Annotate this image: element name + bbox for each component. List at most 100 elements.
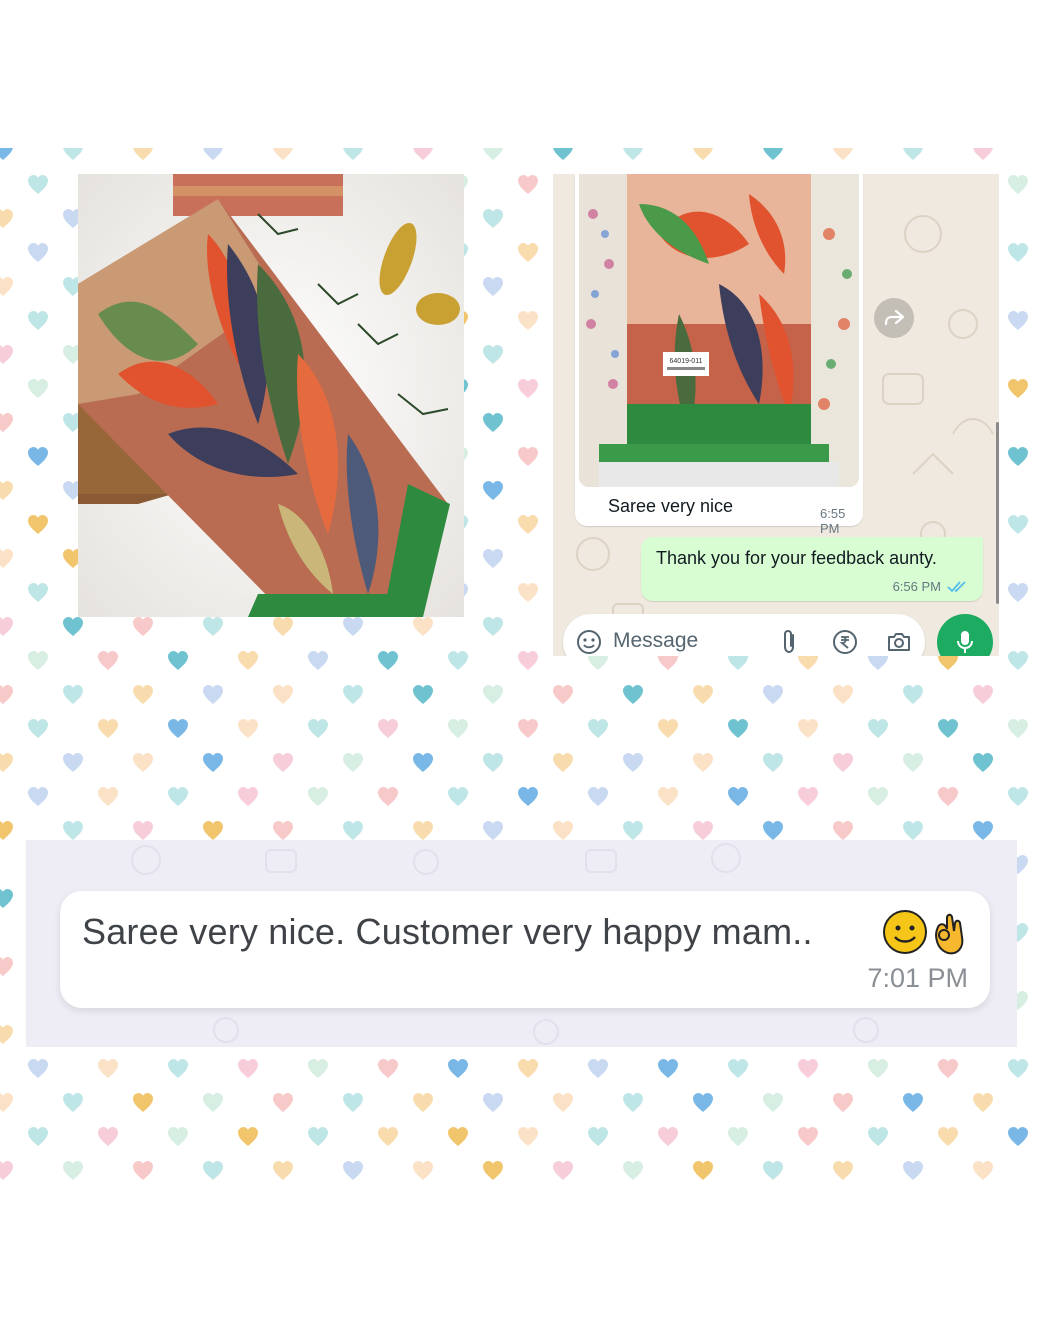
heart-decoration [413,617,433,636]
heart-decoration [588,1127,608,1146]
heart-decoration [378,719,398,738]
heart-decoration [28,1059,48,1078]
heart-decoration [133,1161,153,1180]
heart-decoration [1008,515,1028,534]
heart-decoration [763,1093,783,1112]
heart-decoration [518,243,538,262]
heart-decoration [133,753,153,772]
heart-decoration [868,787,888,806]
heart-decoration [1008,583,1028,602]
heart-decoration [238,787,258,806]
heart-decoration [833,1093,853,1112]
heart-decoration [343,821,363,840]
heart-decoration [973,148,993,160]
heart-decoration [448,719,468,738]
heart-decoration [273,685,293,704]
heart-decoration [343,685,363,704]
heart-decoration [693,148,713,160]
heart-decoration [308,719,328,738]
saree-photo-thumbnail[interactable]: 64019-011 [579,174,859,487]
heart-decoration [1008,379,1028,398]
heart-decoration [413,148,433,160]
heart-decoration [1008,175,1028,194]
heart-decoration [553,1161,573,1180]
heart-decoration [378,1059,398,1078]
attach-icon[interactable] [775,628,803,656]
heart-decoration [588,787,608,806]
heart-decoration [308,1059,328,1078]
heart-decoration [448,1127,468,1146]
heart-decoration [343,1161,363,1180]
heart-decoration [658,787,678,806]
heart-decoration [833,148,853,160]
chat-scrollbar[interactable] [996,422,999,604]
heart-decoration [728,1059,748,1078]
heart-decoration [28,311,48,330]
heart-decoration [28,719,48,738]
heart-decoration [483,549,503,568]
heart-decoration [28,175,48,194]
rupee-icon[interactable] [831,628,859,656]
heart-decoration [203,821,223,840]
heart-decoration [203,685,223,704]
heart-decoration [273,617,293,636]
heart-decoration [63,1161,83,1180]
heart-decoration [518,651,538,670]
heart-decoration [763,821,783,840]
heart-decoration [98,787,118,806]
incoming-timestamp: 6:55 PM [820,506,846,536]
heart-decoration [133,685,153,704]
heart-decoration [868,1127,888,1146]
heart-decoration [413,1161,433,1180]
heart-decoration [63,685,83,704]
message-input[interactable]: Message [613,629,698,653]
heart-decoration [658,1059,678,1078]
message-composer[interactable]: Message [563,614,925,656]
incoming-image-message[interactable]: 64019-011 Saree very nice 6:55 PM [575,174,863,536]
heart-decoration [28,515,48,534]
heart-decoration [238,651,258,670]
heart-decoration [343,617,363,636]
heart-decoration [28,583,48,602]
heart-decoration [273,821,293,840]
heart-decoration [483,148,503,160]
heart-decoration [693,685,713,704]
heart-decoration [1008,311,1028,330]
heart-decoration [0,549,13,568]
heart-decoration [518,719,538,738]
heart-decoration [483,617,503,636]
heart-decoration [903,685,923,704]
camera-icon[interactable] [885,628,913,656]
review-message-bubble[interactable]: Saree very nice. Customer very happy mam… [60,891,990,1008]
heart-decoration [238,1127,258,1146]
sticker-icon[interactable] [575,628,603,656]
heart-decoration [343,1093,363,1112]
heart-decoration [973,821,993,840]
heart-decoration [63,821,83,840]
heart-decoration [763,148,783,160]
heart-decoration [28,447,48,466]
mic-icon [957,631,973,653]
heart-decoration [133,617,153,636]
heart-decoration [973,1093,993,1112]
heart-decoration [448,1059,468,1078]
heart-decoration [693,1093,713,1112]
review-message-panel: Saree very nice. Customer very happy mam… [26,840,1017,1047]
heart-decoration [973,1161,993,1180]
heart-decoration [833,753,853,772]
heart-decoration [168,719,188,738]
heart-decoration [98,651,118,670]
heart-decoration [133,821,153,840]
heart-decoration [973,685,993,704]
outgoing-message[interactable]: Thank you for your feedback aunty. 6:56 … [641,537,983,601]
heart-decoration [28,787,48,806]
heart-decoration [483,753,503,772]
heart-decoration [378,787,398,806]
heart-decoration [938,1127,958,1146]
heart-decoration [203,148,223,160]
heart-decoration [0,1161,13,1180]
outgoing-text: Thank you for your feedback aunty. [656,548,937,568]
forward-icon[interactable] [874,298,914,338]
outgoing-meta: 6:56 PM [893,579,967,594]
heart-decoration [763,685,783,704]
